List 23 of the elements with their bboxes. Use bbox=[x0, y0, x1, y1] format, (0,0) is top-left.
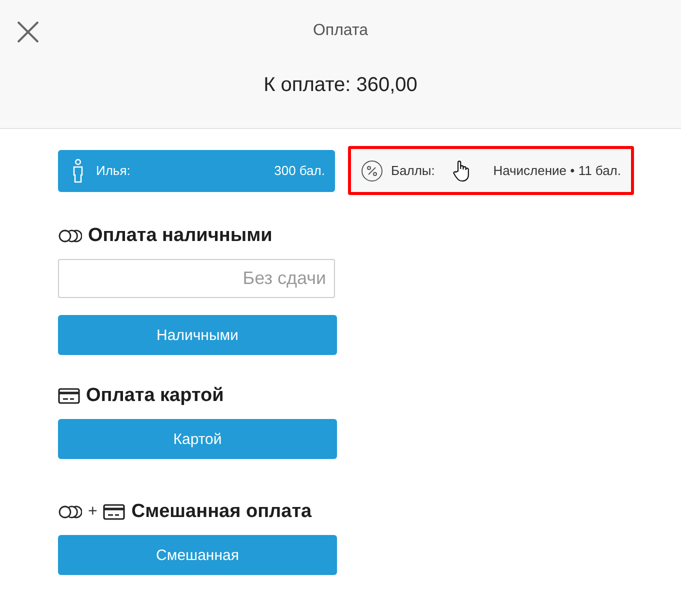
plus-sign: + bbox=[88, 503, 98, 521]
person-icon bbox=[72, 158, 84, 182]
customer-name: Илья: bbox=[96, 163, 130, 178]
pay-button[interactable]: Картой bbox=[58, 419, 337, 459]
pay-button[interactable]: Смешанная bbox=[58, 535, 337, 575]
bonus-accrual: Начисление • 11 бал. bbox=[493, 163, 621, 178]
cash-input-field[interactable]: Без сдачи bbox=[58, 259, 335, 298]
pay-button[interactable]: Наличными bbox=[58, 315, 337, 355]
points-balance: 300 бал. bbox=[274, 163, 325, 178]
bonus-label: Баллы: bbox=[391, 163, 435, 178]
credit-card-icon bbox=[103, 504, 126, 520]
window-title: Оплата bbox=[312, 22, 368, 40]
section-title: Оплата картой bbox=[86, 385, 224, 407]
amount-due: К оплате: 360,00 bbox=[264, 74, 418, 97]
hand-cursor-icon bbox=[452, 160, 471, 182]
bonus-button[interactable]: Баллы: Начисление • 11 бал. bbox=[348, 146, 634, 195]
percent-icon bbox=[361, 160, 383, 182]
credit-card-icon bbox=[58, 388, 80, 404]
coins-icon bbox=[58, 229, 82, 243]
section-title: Смешанная оплата bbox=[131, 501, 312, 523]
section-title: Оплата наличными bbox=[88, 225, 272, 247]
customer-button[interactable]: Илья: 300 бал. bbox=[58, 150, 335, 192]
coins-icon bbox=[58, 505, 82, 519]
